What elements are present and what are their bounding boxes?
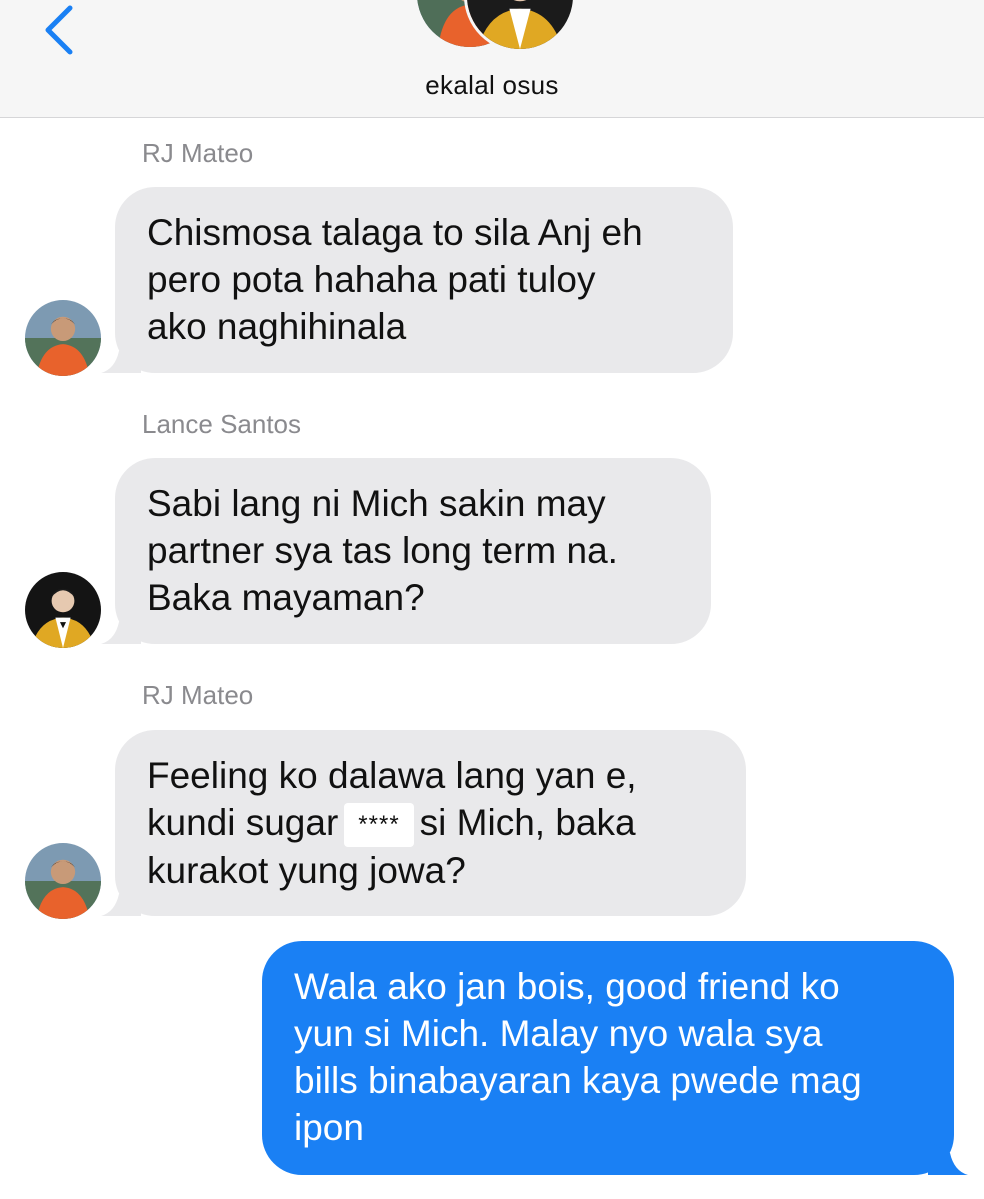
- message-line: Sabi lang ni Mich sakin may: [147, 483, 606, 524]
- message-bubble-received[interactable]: Sabi lang ni Mich sakin may partner sya …: [101, 458, 711, 644]
- bubble-tail: [928, 1141, 968, 1175]
- redaction-box: ****: [344, 803, 414, 848]
- profile-photo-icon: [25, 300, 101, 376]
- message-line: Chismosa talaga to sila Anj eh: [147, 212, 643, 253]
- message-line: Baka mayaman?: [147, 577, 425, 618]
- message-line: ipon: [294, 1107, 364, 1148]
- avatar-rj-mateo[interactable]: [25, 300, 101, 376]
- message-text: si Mich, baka: [419, 802, 636, 843]
- bubble-tail: [101, 610, 141, 644]
- message-bubble-received[interactable]: Feeling ko dalawa lang yan e, kundi suga…: [101, 730, 746, 916]
- group-name[interactable]: ekalal osus: [0, 70, 984, 101]
- avatar-rj-mateo[interactable]: [25, 843, 101, 919]
- message-line: Feeling ko dalawa lang yan e,: [147, 755, 637, 796]
- message-text: kundi sugar: [147, 802, 339, 843]
- bubble-tail: [101, 339, 141, 373]
- message-line: kurakot yung jowa?: [147, 850, 466, 892]
- avatar-lance-santos[interactable]: [25, 572, 101, 648]
- message-bubble-received[interactable]: Chismosa talaga to sila Anj eh pero pota…: [101, 187, 733, 373]
- message-line: yun si Mich. Malay nyo wala sya: [294, 1013, 823, 1054]
- message-line: bills binabayaran kaya pwede mag: [294, 1060, 862, 1101]
- sender-name: RJ Mateo: [142, 138, 254, 168]
- message-bubble-sent[interactable]: Wala ako jan bois, good friend ko yun si…: [262, 941, 968, 1175]
- message-line: ako naghihinala: [147, 306, 407, 347]
- bubble-tail: [101, 882, 141, 916]
- message-line: kundi sugar **** si Mich, baka: [147, 799, 714, 848]
- chevron-left-icon: [45, 5, 73, 55]
- message-line: Wala ako jan bois, good friend ko: [294, 966, 840, 1007]
- sender-name: Lance Santos: [142, 409, 302, 439]
- back-button[interactable]: [38, 2, 82, 58]
- message-line: pero pota hahaha pati tuloy: [147, 259, 596, 300]
- message-line: partner sya tas long term na.: [147, 530, 618, 571]
- profile-photo-icon: [25, 843, 101, 919]
- sender-name: RJ Mateo: [142, 680, 254, 710]
- group-avatar[interactable]: [414, 0, 576, 52]
- conversation-header: ekalal osus: [0, 0, 984, 118]
- profile-photo-icon: [25, 572, 101, 648]
